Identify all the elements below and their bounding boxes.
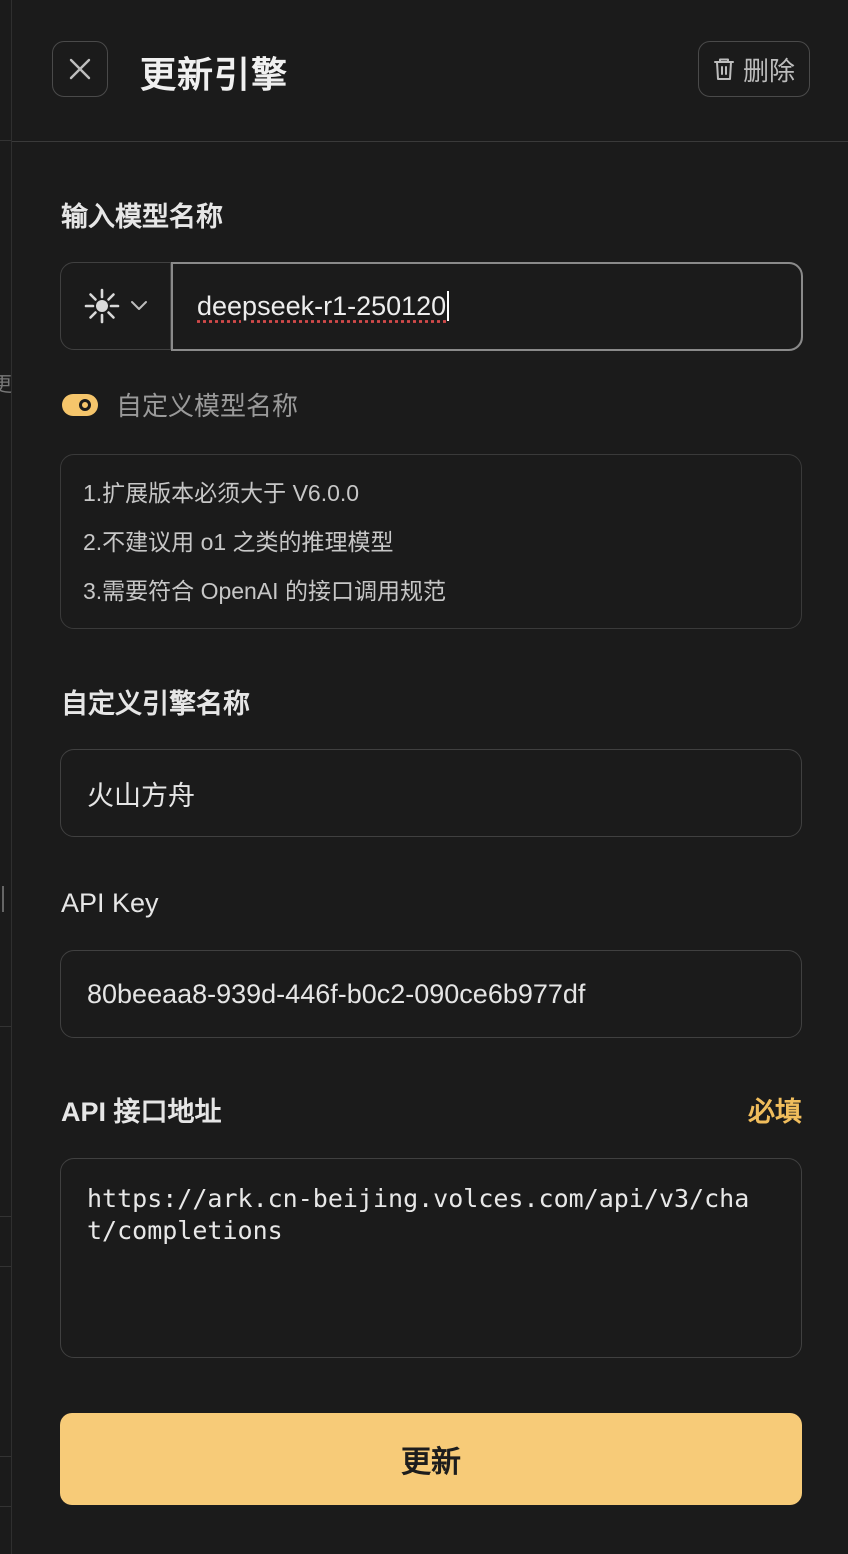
- background-scroll-indicator: [2, 886, 4, 912]
- api-url-label: API 接口地址: [61, 1097, 222, 1127]
- toggle-knob: [79, 398, 91, 411]
- engine-name-value: 火山方舟: [87, 780, 195, 811]
- background-sidebar: 更: [0, 0, 12, 1554]
- model-name-label: 输入模型名称: [61, 202, 223, 232]
- divider: [0, 1216, 11, 1217]
- divider: [0, 1506, 11, 1507]
- drawer-title: 更新引擎: [140, 54, 289, 95]
- update-engine-drawer: 更新引擎 删除 输入模型名称 deepseek-r1-250120 自定义模型名…: [12, 0, 848, 1554]
- drawer-header: 更新引擎 删除: [12, 0, 848, 142]
- custom-model-toggle-row: 自定义模型名称: [62, 386, 298, 423]
- sparkle-icon: [84, 288, 119, 324]
- model-name-value: deepseek-r1-250120: [197, 290, 447, 321]
- requirements-notes: 1.扩展版本必须大于 V6.0.0 2.不建议用 o1 之类的推理模型 3.需要…: [60, 454, 802, 629]
- divider: [0, 1266, 11, 1267]
- chevron-down-icon: [130, 301, 147, 310]
- model-provider-dropdown[interactable]: [61, 263, 171, 349]
- close-icon: [69, 58, 91, 80]
- model-name-row: deepseek-r1-250120: [60, 261, 803, 351]
- divider: [0, 1456, 11, 1457]
- divider: [0, 1026, 11, 1027]
- engine-name-label: 自定义引擎名称: [61, 689, 250, 719]
- update-button[interactable]: 更新: [60, 1413, 802, 1505]
- note-item: 3.需要符合 OpenAI 的接口调用规范: [83, 578, 446, 604]
- trash-icon: [713, 58, 734, 80]
- text-caret: [447, 291, 450, 321]
- note-item: 2.不建议用 o1 之类的推理模型: [83, 529, 394, 555]
- custom-model-toggle-label: 自定义模型名称: [116, 391, 299, 421]
- api-url-textarea[interactable]: https://ark.cn-beijing.volces.com/api/v3…: [60, 1158, 802, 1358]
- note-item: 1.扩展版本必须大于 V6.0.0: [83, 480, 360, 506]
- model-name-input[interactable]: deepseek-r1-250120: [171, 261, 803, 351]
- delete-label: 删除: [742, 55, 795, 86]
- required-badge: 必填: [748, 1097, 802, 1127]
- engine-name-input[interactable]: 火山方舟: [60, 749, 802, 837]
- custom-model-toggle[interactable]: [62, 393, 98, 416]
- delete-button[interactable]: 删除: [698, 41, 810, 97]
- divider: [0, 140, 11, 141]
- api-key-value: 80beeaa8-939d-446f-b0c2-090ce6b977df: [87, 978, 586, 1009]
- close-button[interactable]: [52, 41, 108, 97]
- background-text: 更: [0, 374, 12, 396]
- api-key-input[interactable]: 80beeaa8-939d-446f-b0c2-090ce6b977df: [60, 950, 802, 1038]
- api-key-label: API Key: [61, 888, 159, 918]
